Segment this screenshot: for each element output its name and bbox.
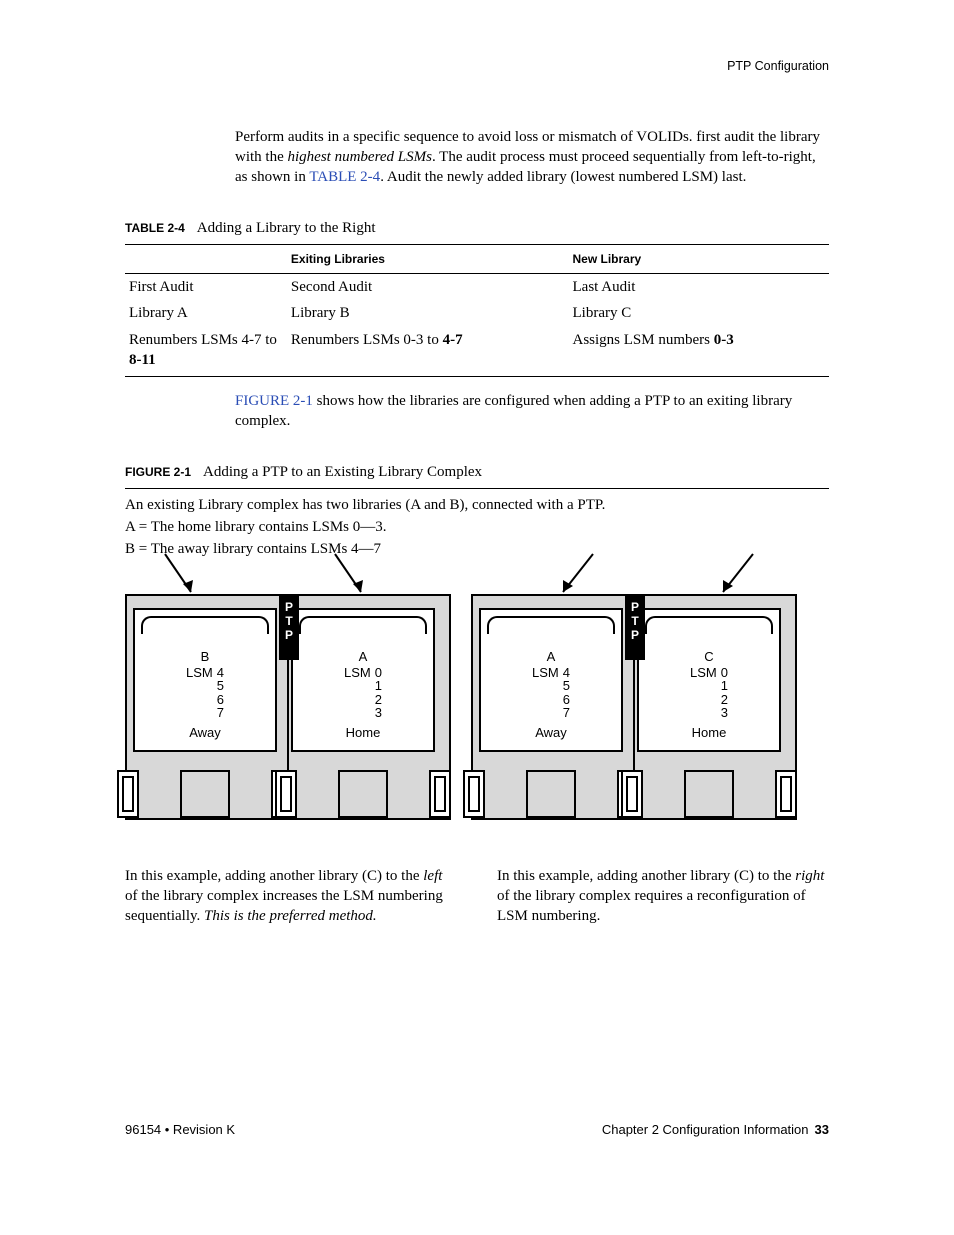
footer-right: Chapter 2 Configuration Information33 (602, 1121, 829, 1139)
intro-paragraph: Perform audits in a specific sequence to… (235, 127, 829, 188)
fig-desc-line: An existing Library complex has two libr… (125, 495, 829, 515)
table-2-4-caption: TABLE 2-4 Adding a Library to the Right (125, 218, 829, 238)
library-b (125, 594, 289, 820)
figure-subcaptions: In this example, adding another library … (125, 866, 829, 927)
page-footer: 96154 • Revision K Chapter 2 Configurati… (125, 1121, 829, 1139)
intro-text: . Audit the newly added library (lowest … (380, 169, 746, 185)
footer-left: 96154 • Revision K (125, 1121, 235, 1139)
figure-2-1-diagram: PTP B LSM4567 Away A LSM0123 Home PTP (125, 594, 829, 820)
cell: Second Audit (287, 274, 569, 301)
figure-2-1-caption: FIGURE 2-1 Adding a PTP to an Existing Li… (125, 462, 829, 482)
arrow-icon (161, 550, 201, 600)
th-new: New Library (569, 244, 830, 273)
arrow-icon (551, 550, 597, 600)
arrow-icon (331, 550, 371, 600)
figure-title: Adding a PTP to an Existing Library Comp… (203, 464, 482, 480)
table-label: TABLE 2-4 (125, 221, 185, 235)
cell: Renumbers LSMs 0-3 to 4-7 (287, 327, 569, 377)
library-a: PTP (287, 594, 451, 820)
cell: Renumbers LSMs 4-7 to 8-11 (125, 327, 287, 377)
left-cluster: PTP B LSM4567 Away A LSM0123 Home (125, 594, 451, 820)
intro-emphasis: highest numbered LSMs (288, 149, 432, 165)
right-subcaption: In this example, adding another library … (497, 866, 829, 927)
table-title: Adding a Library to the Right (197, 220, 376, 236)
library-c: PTP (633, 594, 797, 820)
cell: Library A (125, 300, 287, 326)
figure-label: FIGURE 2-1 (125, 465, 191, 479)
figure-2-1-link[interactable]: FIGURE 2-1 (235, 393, 313, 409)
cell: Assigns LSM numbers 0-3 (569, 327, 830, 377)
cell: Last Audit (569, 274, 830, 301)
cell: Library B (287, 300, 569, 326)
right-cluster: PTP A LSM4567 Away C LSM0123 Home (471, 594, 797, 820)
text: shows how the libraries are configured w… (235, 393, 792, 429)
th-exiting: Exiting Libraries (287, 244, 569, 273)
cell: Library C (569, 300, 830, 326)
ptp-connector: PTP (279, 596, 299, 660)
table-2-4-link[interactable]: TABLE 2-4 (309, 169, 380, 185)
ptp-connector: PTP (625, 596, 645, 660)
cell: First Audit (125, 274, 287, 301)
figure-lead-in: FIGURE 2-1 shows how the libraries are c… (235, 391, 829, 432)
table-2-4: Exiting Libraries New Library First Audi… (125, 244, 829, 377)
fig-desc-line: A = The home library contains LSMs 0—3. (125, 517, 829, 537)
left-subcaption: In this example, adding another library … (125, 866, 457, 927)
arrow-icon (711, 550, 757, 600)
running-header: PTP Configuration (125, 58, 829, 75)
library-a-right (471, 594, 635, 820)
